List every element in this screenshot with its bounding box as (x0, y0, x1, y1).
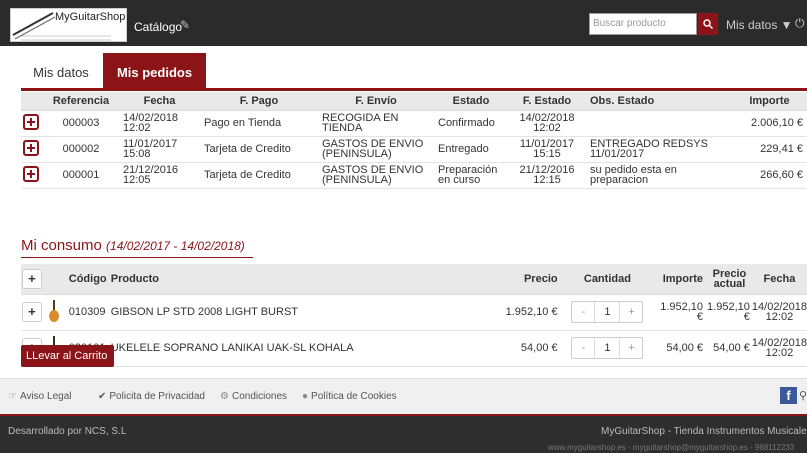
col-codigo: Código (64, 264, 107, 295)
expand-all-button[interactable]: + (21, 268, 42, 289)
col-precio: Precio (490, 264, 562, 295)
footer-link-aviso[interactable]: ☞ Aviso Legal (8, 391, 72, 402)
legal-icon: ☞ (8, 391, 17, 402)
expand-order-icon[interactable] (23, 166, 39, 182)
col-fenvio: F. Envío (318, 92, 434, 111)
expand-row-button[interactable]: + (21, 302, 42, 322)
qty-plus-button[interactable]: + (620, 338, 642, 358)
quantity-stepper: -1 + (571, 301, 644, 323)
qty-minus-button[interactable]: - (572, 338, 594, 358)
col-referencia: Referencia (43, 92, 119, 111)
tab-mis-datos[interactable]: Mis datos (21, 53, 101, 89)
footer-link-cookies[interactable]: ● Política de Cookies (302, 391, 397, 402)
tab-mis-pedidos[interactable]: Mis pedidos (103, 53, 206, 89)
consumo-heading: Mi consumo (14/02/2017 - 14/02/2018) (21, 237, 245, 254)
table-row: 000001 21/12/2016 12:05 Tarjeta de Credit… (21, 162, 807, 189)
table-row: + 010309 GIBSON LP STD 2008 LIGHT BURST … (21, 294, 807, 331)
add-to-cart-button[interactable]: LLevar al Carrito (21, 345, 114, 367)
consumo-underline (21, 257, 253, 258)
qty-plus-button[interactable]: + (620, 302, 642, 322)
product-name[interactable]: UKELELE SOPRANO LANIKAI UAK-SL KOHALA (106, 330, 491, 367)
col-importe: Importe (653, 264, 708, 295)
consumption-header-row: + Código Producto Precio Cantidad Import… (21, 264, 807, 295)
conditions-icon: ⚙ (220, 391, 229, 402)
col-estado: Estado (434, 92, 508, 111)
col-fpago: F. Pago (200, 92, 318, 111)
table-row: 000002 11/01/2017 15:08 Tarjeta de Credit… (21, 136, 807, 163)
footer-link-privacidad[interactable]: ✔ Policita de Privacidad (98, 391, 205, 402)
logo-text: MyGuitarShop (55, 11, 126, 23)
table-row: + 030101 UKELELE SOPRANO LANIKAI UAK-SL … (21, 330, 807, 367)
consumo-date-range: (14/02/2017 - 14/02/2018) (106, 239, 245, 253)
facebook-icon[interactable]: f (780, 387, 797, 404)
search-button[interactable] (698, 13, 718, 35)
footer-links-bar: ☞ Aviso Legal ✔ Policita de Privacidad ⚙ Co… (0, 378, 807, 414)
col-producto: Producto (106, 264, 491, 295)
contact-info: www.myguitarshop.es - myguitarshop@mygui… (548, 443, 795, 452)
catalog-link[interactable]: Catálogo (134, 20, 182, 34)
check-icon: ✔ (98, 391, 107, 402)
expand-order-icon[interactable] (23, 140, 39, 156)
map-pin-icon[interactable]: ⚲ (799, 389, 807, 402)
col-fecha: Fecha (119, 92, 200, 111)
footer-bottom: Desarrollado por NCS, S.L MyGuitarShop -… (0, 414, 807, 453)
orders-table: Referencia Fecha F. Pago F. Envío Estado… (21, 92, 807, 189)
table-row: 000003 14/02/2018 12:02 Pago en Tienda RE… (21, 110, 807, 137)
col-cantidad: Cantidad (561, 264, 654, 295)
expand-order-icon[interactable] (23, 114, 39, 130)
pin-icon[interactable]: ✎ (180, 18, 190, 32)
shop-tagline: MyGuitarShop - Tienda Instrumentos Music… (601, 426, 807, 437)
col-importe: Importe (732, 92, 807, 111)
cookie-icon: ● (302, 391, 309, 402)
col-fecha: Fecha (751, 264, 807, 295)
col-obs: Obs. Estado (586, 92, 732, 111)
footer-link-condiciones[interactable]: ⚙ Condiciones (220, 391, 287, 402)
search-input[interactable]: Buscar producto (589, 13, 697, 35)
user-menu[interactable]: Mis datos ▼ (726, 18, 793, 32)
top-bar: MyGuitarShop Catálogo ✎ Buscar producto … (0, 0, 807, 46)
qty-value[interactable]: 1 (594, 338, 621, 358)
product-name[interactable]: GIBSON LP STD 2008 LIGHT BURST (106, 294, 491, 331)
tab-underline (21, 88, 807, 91)
quantity-stepper: -1 + (571, 337, 644, 359)
consumption-table: + Código Producto Precio Cantidad Import… (21, 264, 807, 367)
guitar-product-icon (48, 300, 59, 322)
power-icon[interactable]: ⏻ (795, 16, 805, 31)
developer-credit: Desarrollado por NCS, S.L (8, 426, 127, 437)
shop-logo[interactable]: MyGuitarShop (10, 8, 127, 42)
col-precio-actual: Precio actual (707, 264, 752, 295)
qty-value[interactable]: 1 (594, 302, 621, 322)
col-festado: F. Estado (508, 92, 586, 111)
qty-minus-button[interactable]: - (572, 302, 594, 322)
search-icon (703, 19, 714, 30)
orders-header-row: Referencia Fecha F. Pago F. Envío Estado… (21, 92, 807, 111)
